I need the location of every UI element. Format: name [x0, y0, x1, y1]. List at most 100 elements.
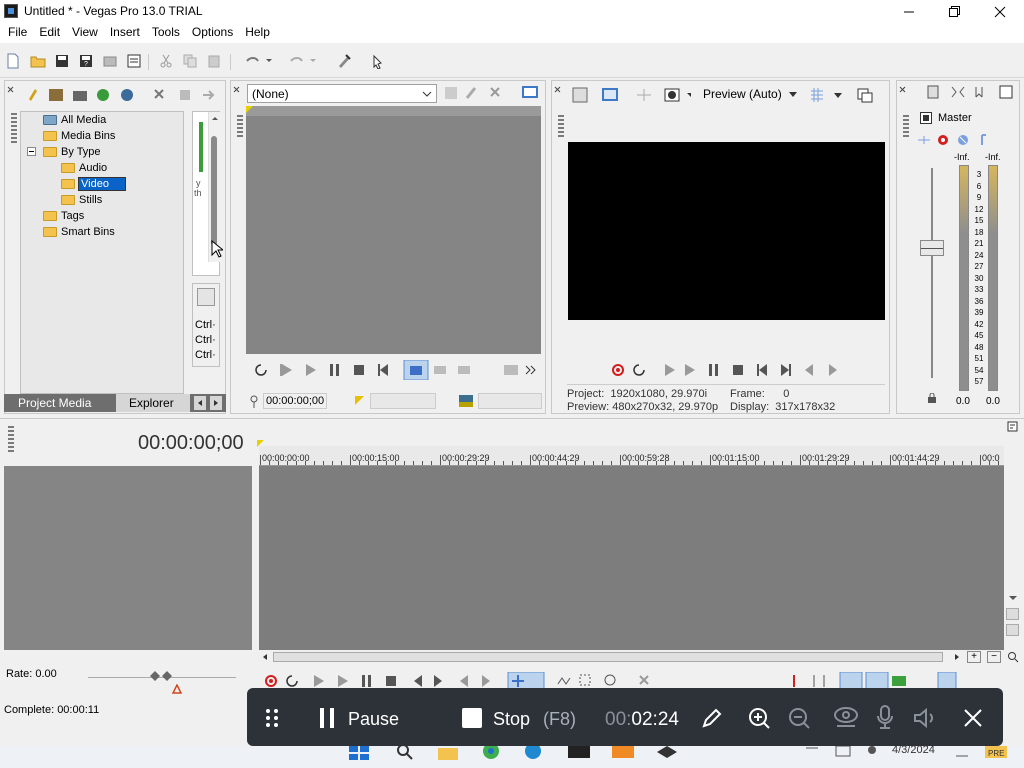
zoom-in-vertical-button[interactable] — [1006, 608, 1019, 620]
scroll-thumb[interactable] — [211, 136, 217, 246]
timeline-hscroll[interactable]: + − — [259, 650, 1021, 664]
mixer-properties-icon — [999, 85, 1013, 99]
timeline-grip[interactable] — [8, 426, 14, 452]
file-explorer-icon[interactable] — [437, 746, 459, 760]
pane-close-icon[interactable] — [899, 85, 907, 101]
pane-close-icon[interactable] — [233, 85, 241, 101]
main-toolbar: ? — [0, 44, 1024, 78]
caret-down-icon — [834, 93, 842, 98]
ruler-minor-tick — [998, 461, 999, 465]
pause-icon — [330, 364, 339, 376]
pane-grip[interactable] — [558, 115, 564, 139]
meter-scale-label: 42 — [974, 319, 984, 329]
properties-button[interactable] — [125, 52, 143, 70]
save-button[interactable] — [53, 52, 71, 70]
pane-close-icon[interactable] — [554, 85, 562, 101]
search-icon[interactable] — [395, 746, 415, 760]
maximize-button[interactable] — [931, 0, 977, 23]
menu-tools[interactable]: Tools — [146, 23, 186, 43]
meter-scale-label: 54 — [974, 365, 984, 375]
menu-options[interactable]: Options — [186, 23, 239, 43]
vegas-taskbar-icon[interactable] — [566, 746, 592, 760]
app-icon-dark[interactable] — [654, 746, 680, 760]
ruler-minor-tick — [782, 461, 783, 465]
tree-item-stills[interactable]: Stills — [61, 192, 102, 208]
zoom-in-icon[interactable] — [747, 706, 771, 730]
tab-project-media[interactable]: Project Media — [18, 396, 91, 410]
timeline-ruler[interactable]: 00:00:00:00 00:00:15:00 00:00:29:29 00:00:4… — [259, 446, 1004, 466]
drag-handle-icon[interactable] — [265, 708, 279, 728]
pen-icon[interactable] — [700, 706, 724, 730]
pane-close-icon[interactable] — [7, 85, 15, 101]
new-project-button[interactable] — [4, 52, 22, 70]
menu-edit[interactable]: Edit — [33, 23, 66, 43]
trimmer-media-select[interactable]: (None) — [247, 84, 437, 103]
zoom-out-vertical-button[interactable] — [1006, 624, 1019, 636]
timeline-tracks[interactable] — [259, 466, 1004, 650]
speaker-icon[interactable] — [912, 706, 938, 730]
open-button[interactable] — [29, 52, 47, 70]
start-icon[interactable] — [347, 746, 371, 760]
stop-icon — [354, 365, 364, 375]
tree-item-by-type[interactable]: By Type — [43, 144, 101, 160]
ruler-minor-tick — [917, 461, 918, 465]
render-button[interactable] — [101, 52, 119, 70]
tab-scroll-left[interactable] — [194, 396, 206, 410]
menu-file[interactable]: File — [2, 23, 33, 43]
split-screen-icon — [637, 89, 651, 101]
tree-item-all-media[interactable]: All Media — [43, 112, 106, 128]
tab-scroll-right[interactable] — [210, 396, 222, 410]
meter-scale-label: 30 — [974, 273, 984, 283]
webcam-icon[interactable] — [833, 706, 859, 730]
stop-button[interactable]: Stop (F8) — [460, 704, 580, 732]
volume-fader[interactable] — [920, 240, 944, 256]
menu-help[interactable]: Help — [239, 23, 276, 43]
tree-item-audio[interactable]: Audio — [61, 160, 107, 176]
save-as-button[interactable]: ? — [77, 52, 95, 70]
whats-this-button[interactable] — [369, 52, 387, 70]
enable-snapping-button[interactable] — [335, 52, 353, 70]
ruler-minor-tick — [503, 461, 504, 465]
trimmer-toolbar — [445, 86, 538, 99]
undo-button[interactable] — [242, 52, 276, 70]
track-divider[interactable] — [252, 466, 259, 650]
edge-icon[interactable] — [522, 746, 544, 760]
tab-explorer-bg[interactable]: Explorer — [116, 394, 190, 412]
tab-explorer[interactable]: Explorer — [129, 396, 174, 410]
master-fx-row — [918, 134, 986, 145]
tree-item-tags[interactable]: Tags — [43, 208, 84, 224]
chrome-icon[interactable] — [480, 746, 502, 760]
tree-item-smart-bins[interactable]: Smart Bins — [43, 224, 115, 240]
rename-input[interactable]: Video — [78, 177, 126, 191]
hscroll-thumb[interactable] — [273, 652, 943, 662]
zoom-out-button[interactable]: − — [987, 651, 1001, 663]
pane-grip[interactable] — [237, 115, 243, 139]
pause-button[interactable]: Pause — [317, 704, 417, 732]
menu-insert[interactable]: Insert — [104, 23, 146, 43]
pane-grip[interactable] — [903, 115, 909, 139]
screen-recorder-bar: Pause Stop (F8) 00:02:24 — [247, 688, 1003, 746]
tree-item-video[interactable]: Video — [61, 176, 126, 192]
copy-button[interactable] — [181, 52, 199, 70]
pane-grip[interactable] — [11, 113, 17, 143]
app-icon-orange[interactable] — [610, 746, 636, 760]
preview-quality-select[interactable]: Preview (Auto) — [703, 87, 798, 101]
redo-button[interactable] — [286, 52, 320, 70]
cut-button[interactable] — [157, 52, 175, 70]
close-recorder-icon[interactable] — [963, 708, 983, 728]
close-button[interactable] — [977, 0, 1023, 23]
timeline-vscroll[interactable] — [1005, 420, 1020, 648]
menu-view[interactable]: View — [66, 23, 104, 43]
minimize-button[interactable] — [886, 0, 932, 23]
tree-item-media-bins[interactable]: Media Bins — [43, 128, 115, 144]
ruler-minor-tick — [323, 461, 324, 465]
microphone-icon[interactable] — [875, 704, 895, 730]
tray-icons[interactable] — [804, 746, 884, 760]
paste-button[interactable] — [205, 52, 223, 70]
splitter[interactable] — [0, 418, 1024, 419]
notification-icon[interactable] — [954, 746, 970, 758]
zoom-out-icon[interactable] — [787, 706, 811, 730]
zoom-in-button[interactable]: + — [967, 651, 981, 663]
collapse-icon[interactable] — [27, 147, 36, 156]
recording-timer: 00:02:24 — [605, 709, 679, 730]
